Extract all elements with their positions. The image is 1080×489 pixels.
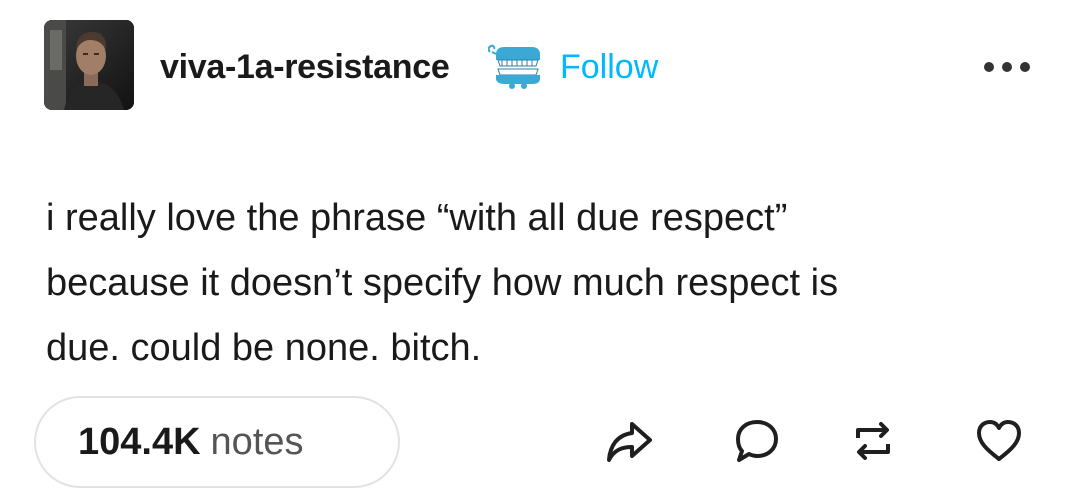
username-link[interactable]: viva-1a-resistance [160,48,450,87]
avatar-image [44,20,134,110]
notes-label: notes [210,420,304,463]
notes-button[interactable]: 104.4K notes [34,396,400,488]
chattering-teeth-badge-icon [487,44,544,90]
share-arrow-icon[interactable] [604,416,654,466]
follow-button[interactable]: Follow [560,48,658,87]
more-options-icon[interactable] [982,60,1032,74]
post-header: viva-1a-resistance Follow [44,20,1044,112]
notes-count: 104.4K [78,420,201,463]
reblog-arrows-icon[interactable] [848,416,898,466]
like-heart-icon[interactable] [974,416,1024,466]
post-body-text: i really love the phrase “with all due r… [46,197,839,369]
avatar[interactable] [44,20,134,110]
reply-speech-bubble-icon[interactable] [732,416,782,466]
